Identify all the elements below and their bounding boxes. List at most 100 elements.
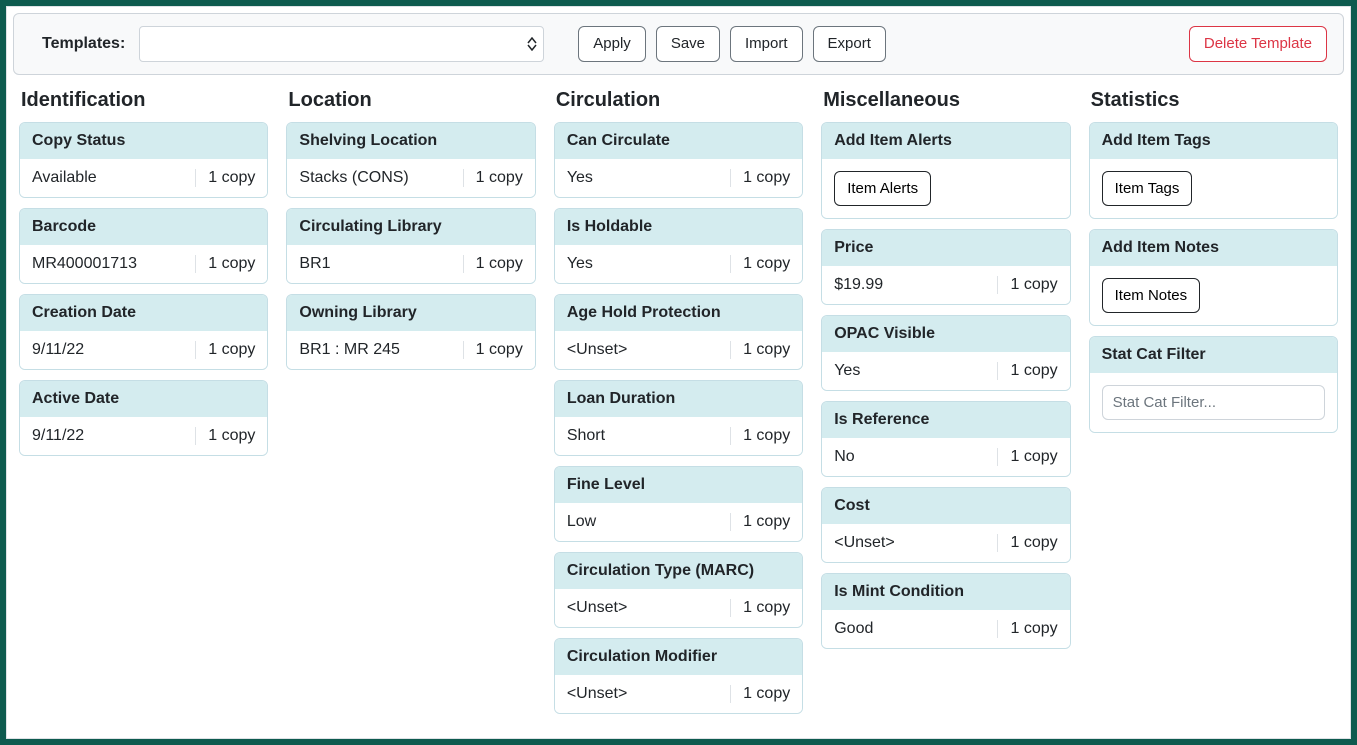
field-value: <Unset>	[834, 534, 989, 552]
field-label: Copy Status	[20, 123, 267, 159]
field-barcode[interactable]: Barcode MR400001713 1 copy	[19, 208, 268, 284]
field-shelving-location[interactable]: Shelving Location Stacks (CONS) 1 copy	[286, 122, 535, 198]
spinner-icon	[527, 37, 537, 51]
field-value: Good	[834, 620, 989, 638]
item-alerts-button[interactable]: Item Alerts	[834, 171, 931, 206]
field-label: Add Item Notes	[1090, 230, 1337, 266]
field-label: Barcode	[20, 209, 267, 245]
field-is-reference[interactable]: Is Reference No 1 copy	[821, 401, 1070, 477]
field-label: Owning Library	[287, 295, 534, 331]
col-location: Location Shelving Location Stacks (CONS)…	[286, 83, 535, 380]
save-button[interactable]: Save	[656, 26, 720, 62]
field-circulation-modifier[interactable]: Circulation Modifier <Unset> 1 copy	[554, 638, 803, 714]
col-title-identification: Identification	[21, 89, 266, 112]
field-value: Stacks (CONS)	[299, 169, 454, 187]
col-title-circulation: Circulation	[556, 89, 801, 112]
field-label: Shelving Location	[287, 123, 534, 159]
field-label: Active Date	[20, 381, 267, 417]
field-value: Yes	[834, 362, 989, 380]
copy-count: 1 copy	[463, 169, 523, 187]
field-value: BR1	[299, 255, 454, 273]
field-owning-library[interactable]: Owning Library BR1 : MR 245 1 copy	[286, 294, 535, 370]
export-button[interactable]: Export	[813, 26, 886, 62]
delete-template-button[interactable]: Delete Template	[1189, 26, 1327, 62]
field-add-item-tags: Add Item Tags Item Tags	[1089, 122, 1338, 219]
copy-count: 1 copy	[730, 513, 790, 531]
col-statistics: Statistics Add Item Tags Item Tags Add I…	[1089, 83, 1338, 443]
field-label: Is Reference	[822, 402, 1069, 438]
field-age-hold-protection[interactable]: Age Hold Protection <Unset> 1 copy	[554, 294, 803, 370]
field-fine-level[interactable]: Fine Level Low 1 copy	[554, 466, 803, 542]
field-label: Circulating Library	[287, 209, 534, 245]
field-circulating-library[interactable]: Circulating Library BR1 1 copy	[286, 208, 535, 284]
field-label: Is Holdable	[555, 209, 802, 245]
field-loan-duration[interactable]: Loan Duration Short 1 copy	[554, 380, 803, 456]
field-value: MR400001713	[32, 255, 187, 273]
field-value: $19.99	[834, 276, 989, 294]
col-circulation: Circulation Can Circulate Yes 1 copy Is …	[554, 83, 803, 724]
field-label: Price	[822, 230, 1069, 266]
copy-count: 1 copy	[730, 255, 790, 273]
field-value: <Unset>	[567, 685, 722, 703]
field-circulation-type-marc[interactable]: Circulation Type (MARC) <Unset> 1 copy	[554, 552, 803, 628]
copy-count: 1 copy	[997, 362, 1057, 380]
field-value: Yes	[567, 255, 722, 273]
copy-count: 1 copy	[997, 534, 1057, 552]
field-label: Loan Duration	[555, 381, 802, 417]
copy-count: 1 copy	[997, 448, 1057, 466]
copy-count: 1 copy	[730, 341, 790, 359]
import-button[interactable]: Import	[730, 26, 803, 62]
field-price[interactable]: Price $19.99 1 copy	[821, 229, 1070, 305]
stat-cat-filter-input[interactable]	[1102, 385, 1325, 420]
col-title-statistics: Statistics	[1091, 89, 1336, 112]
field-cost[interactable]: Cost <Unset> 1 copy	[821, 487, 1070, 563]
field-value: No	[834, 448, 989, 466]
col-title-miscellaneous: Miscellaneous	[823, 89, 1068, 112]
template-select[interactable]	[139, 26, 544, 62]
field-value: Yes	[567, 169, 722, 187]
field-can-circulate[interactable]: Can Circulate Yes 1 copy	[554, 122, 803, 198]
field-copy-status[interactable]: Copy Status Available 1 copy	[19, 122, 268, 198]
field-is-mint-condition[interactable]: Is Mint Condition Good 1 copy	[821, 573, 1070, 649]
copy-count: 1 copy	[463, 341, 523, 359]
field-active-date[interactable]: Active Date 9/11/22 1 copy	[19, 380, 268, 456]
field-label: Circulation Type (MARC)	[555, 553, 802, 589]
copy-count: 1 copy	[463, 255, 523, 273]
templates-label: Templates:	[42, 35, 125, 53]
copy-count: 1 copy	[195, 341, 255, 359]
field-label: Can Circulate	[555, 123, 802, 159]
field-label: Age Hold Protection	[555, 295, 802, 331]
field-label: Is Mint Condition	[822, 574, 1069, 610]
field-label: Add Item Tags	[1090, 123, 1337, 159]
field-label: OPAC Visible	[822, 316, 1069, 352]
copy-count: 1 copy	[997, 620, 1057, 638]
copy-count: 1 copy	[730, 427, 790, 445]
col-identification: Identification Copy Status Available 1 c…	[19, 83, 268, 466]
col-title-location: Location	[288, 89, 533, 112]
field-value: 9/11/22	[32, 341, 187, 359]
field-value: Low	[567, 513, 722, 531]
main-panel: Templates: Apply Save Import Export Dele…	[6, 6, 1351, 739]
copy-count: 1 copy	[997, 276, 1057, 294]
field-creation-date[interactable]: Creation Date 9/11/22 1 copy	[19, 294, 268, 370]
field-value: <Unset>	[567, 341, 722, 359]
copy-count: 1 copy	[730, 685, 790, 703]
field-add-item-alerts: Add Item Alerts Item Alerts	[821, 122, 1070, 219]
apply-button[interactable]: Apply	[578, 26, 646, 62]
columns-container: Identification Copy Status Available 1 c…	[7, 83, 1350, 738]
field-value: 9/11/22	[32, 427, 187, 445]
field-label: Fine Level	[555, 467, 802, 503]
item-tags-button[interactable]: Item Tags	[1102, 171, 1193, 206]
field-value: Available	[32, 169, 187, 187]
field-label: Stat Cat Filter	[1090, 337, 1337, 373]
templates-toolbar: Templates: Apply Save Import Export Dele…	[13, 13, 1344, 75]
field-label: Cost	[822, 488, 1069, 524]
field-is-holdable[interactable]: Is Holdable Yes 1 copy	[554, 208, 803, 284]
item-notes-button[interactable]: Item Notes	[1102, 278, 1201, 313]
toolbar-buttons: Apply Save Import Export	[578, 26, 886, 62]
copy-count: 1 copy	[730, 169, 790, 187]
field-label: Creation Date	[20, 295, 267, 331]
col-miscellaneous: Miscellaneous Add Item Alerts Item Alert…	[821, 83, 1070, 659]
copy-count: 1 copy	[730, 599, 790, 617]
field-opac-visible[interactable]: OPAC Visible Yes 1 copy	[821, 315, 1070, 391]
